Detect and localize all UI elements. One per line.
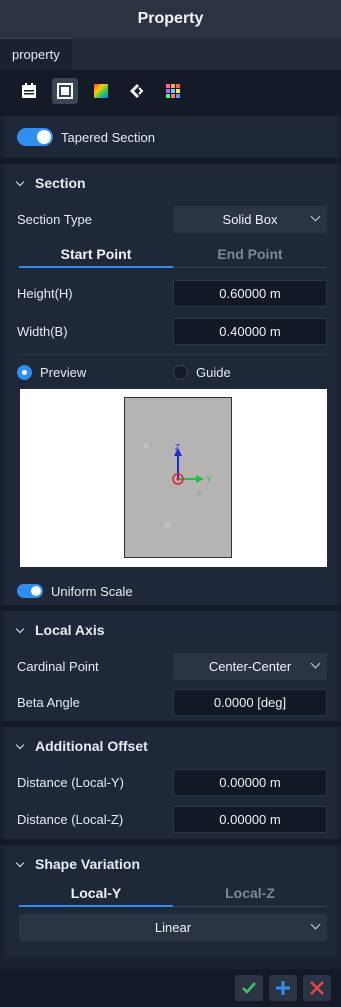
tapered-panel: Tapered Section <box>4 116 337 158</box>
shape-variation-panel: Shape Variation Local-Y Local-Z Linear <box>4 845 337 957</box>
tab-end-point[interactable]: End Point <box>173 240 327 267</box>
cardinal-point-value: Center-Center <box>208 658 292 674</box>
guide-option-label: Guide <box>196 364 231 380</box>
shape-variation-title: Shape Variation <box>35 856 141 872</box>
palette-grid-icon[interactable] <box>160 78 186 104</box>
arrow-icon[interactable] <box>124 78 150 104</box>
calendar-icon[interactable] <box>16 78 42 104</box>
tab-local-y[interactable]: Local-Y <box>19 879 173 907</box>
section-panel: Section Section Type Solid Box Start Poi… <box>4 164 337 605</box>
section-type-label: Section Type <box>17 211 92 227</box>
tab-start-point[interactable]: Start Point <box>19 240 173 268</box>
preview-radio[interactable]: Preview <box>17 364 173 380</box>
chevron-down-icon <box>15 740 25 749</box>
variation-type-value: Linear <box>154 919 192 935</box>
additional-offset-title: Additional Offset <box>35 738 148 754</box>
width-input[interactable]: 0.40000 m <box>173 317 327 345</box>
close-icon <box>310 981 324 995</box>
uniform-scale-label: Uniform Scale <box>51 583 133 599</box>
section-header[interactable]: Section <box>4 164 337 202</box>
point-tabs: Start Point End Point <box>19 240 327 268</box>
distance-local-y-input[interactable]: 0.00000 m <box>173 768 327 796</box>
variation-type-select[interactable]: Linear <box>19 913 327 941</box>
height-label: Height(H) <box>17 285 73 301</box>
cardinal-point-select[interactable]: Center-Center <box>173 652 327 680</box>
footer-actions <box>0 969 341 1007</box>
frame-icon[interactable] <box>52 78 78 104</box>
radio-selected-icon <box>17 364 32 380</box>
chevron-down-icon <box>310 211 321 221</box>
section-preview: Z Y <box>20 389 327 567</box>
cardinal-point-label: Cardinal Point <box>17 658 99 674</box>
distance-local-z-label: Distance (Local-Z) <box>17 811 124 827</box>
preview-option-label: Preview <box>40 364 87 380</box>
uniform-scale-toggle[interactable] <box>17 584 43 598</box>
tab-local-z[interactable]: Local-Z <box>173 879 327 906</box>
z-axis-label: Z <box>175 444 180 452</box>
section-title: Section <box>35 175 86 191</box>
height-input[interactable]: 0.60000 m <box>173 279 327 307</box>
check-icon <box>242 982 256 994</box>
panel-tabstrip: property <box>0 38 341 70</box>
chevron-down-icon <box>15 177 25 186</box>
distance-local-y-label: Distance (Local-Y) <box>17 774 124 790</box>
local-axis-panel: Local Axis Cardinal Point Center-Center … <box>4 611 337 721</box>
tapered-toggle[interactable] <box>17 128 53 146</box>
shape-variation-header[interactable]: Shape Variation <box>4 845 337 883</box>
cancel-button[interactable] <box>303 975 331 1001</box>
beta-angle-input[interactable]: 0.0000 [deg] <box>173 688 327 716</box>
chevron-down-icon <box>15 858 25 867</box>
shape-variation-tabs: Local-Y Local-Z <box>19 879 327 907</box>
tapered-label: Tapered Section <box>61 129 155 145</box>
confirm-button[interactable] <box>235 975 263 1001</box>
section-type-select[interactable]: Solid Box <box>173 205 327 233</box>
section-type-value: Solid Box <box>222 211 278 227</box>
radio-unselected-icon <box>173 364 188 380</box>
add-button[interactable] <box>269 975 297 1001</box>
local-axis-triad-icon: Z Y <box>172 444 212 485</box>
chevron-down-icon <box>310 658 321 668</box>
additional-offset-header[interactable]: Additional Offset <box>4 727 337 765</box>
window-title: Property <box>0 0 341 38</box>
width-label: Width(B) <box>17 323 68 339</box>
plus-icon <box>276 981 290 995</box>
additional-offset-panel: Additional Offset Distance (Local-Y) 0.0… <box>4 727 337 839</box>
guide-radio[interactable]: Guide <box>173 364 327 380</box>
y-axis-label: Y <box>206 475 212 484</box>
local-axis-header[interactable]: Local Axis <box>4 611 337 649</box>
chevron-down-icon <box>15 624 25 633</box>
local-axis-title: Local Axis <box>35 622 105 638</box>
beta-angle-label: Beta Angle <box>17 694 80 710</box>
chevron-down-icon <box>310 919 321 929</box>
color-map-icon[interactable] <box>88 78 114 104</box>
icon-toolbar <box>0 70 341 112</box>
distance-local-z-input[interactable]: 0.00000 m <box>173 805 327 833</box>
tab-property[interactable]: property <box>0 38 72 70</box>
